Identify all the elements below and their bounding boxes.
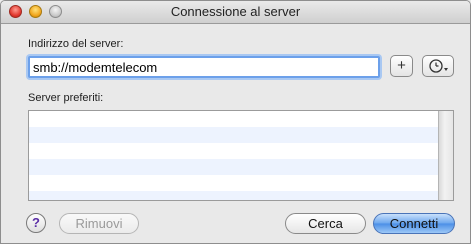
list-row[interactable] [29,127,453,143]
browse-button[interactable]: Cerca [285,213,366,234]
add-favorite-button[interactable]: + [390,55,413,77]
question-icon: ? [32,215,40,230]
list-row[interactable] [29,175,453,191]
remove-button[interactable]: Rimuovi [59,213,139,234]
clock-dropdown-icon [429,59,448,73]
help-button[interactable]: ? [26,213,46,233]
recent-servers-button[interactable] [422,55,454,77]
plus-icon: + [397,57,406,74]
server-address-field[interactable] [28,56,380,78]
list-row[interactable] [29,111,453,127]
server-address-input[interactable] [30,58,378,76]
list-row[interactable] [29,143,453,159]
connect-to-server-window: Connessione al server Indirizzo del serv… [0,0,471,244]
favorite-servers-label: Server preferiti: [28,92,104,104]
connect-button[interactable]: Connetti [373,213,455,234]
list-row[interactable] [29,159,453,175]
list-row[interactable] [29,191,453,200]
vertical-scrollbar[interactable] [438,111,453,200]
favorite-servers-list[interactable] [28,110,454,201]
title-bar: Connessione al server [1,1,470,24]
window-title: Connessione al server [170,4,301,19]
server-address-label: Indirizzo del server: [28,38,124,50]
